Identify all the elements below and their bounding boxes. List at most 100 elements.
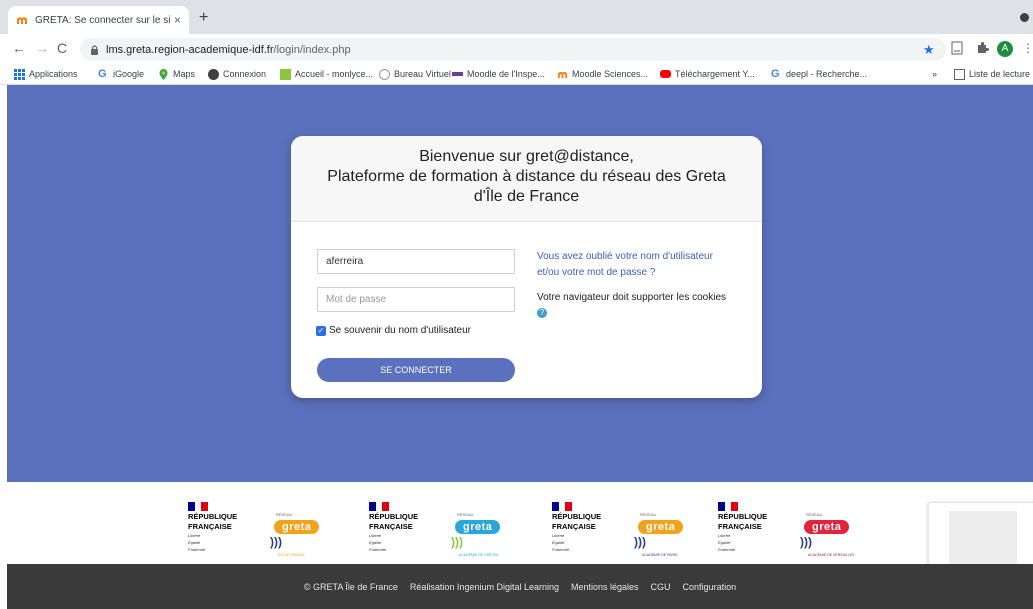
cookies-notice: Votre navigateur doit supporter les cook…: [537, 292, 726, 303]
rf-motto-3: Fraternité: [188, 547, 206, 552]
maps-pin-icon: [159, 68, 168, 80]
login-button[interactable]: SE CONNECTER: [317, 358, 515, 382]
rf-line-1: RÉPUBLIQUE: [188, 512, 238, 521]
tab-title: GRETA: Se connecter sur le site: [35, 14, 170, 26]
password-input[interactable]: Mot de passe: [317, 287, 515, 312]
tab-close-icon[interactable]: ×: [174, 13, 181, 27]
bookmark-label: Maps: [173, 69, 196, 79]
address-bar[interactable]: lms.greta.region-academique-idf.fr/login…: [80, 38, 946, 61]
rf-motto-2: Égalité: [552, 540, 565, 545]
site-footer: © GRETA Île de France Réalisation Ingeni…: [7, 564, 1033, 609]
footer-cgu-link[interactable]: CGU: [651, 582, 671, 592]
forgot-credentials-link[interactable]: Vous avez oublié votre nom d'utilisateur…: [537, 249, 737, 281]
browser-tabstrip: GRETA: Se connecter sur le site × +: [0, 0, 1033, 34]
bookmark-bureau-virtuel[interactable]: Bureau Virtuel: [379, 67, 451, 81]
rf-motto-3: Fraternité: [718, 547, 736, 552]
bookmark-label: Bureau Virtuel: [394, 69, 451, 79]
welcome-line-1: Bienvenue sur gret@distance,: [419, 148, 634, 165]
extensions-puzzle-icon[interactable]: [975, 41, 989, 55]
help-question-icon[interactable]: ?: [537, 308, 547, 318]
bookmark-moodle-inspe[interactable]: Moodle de l'Inspe...: [452, 67, 545, 81]
french-flag-icon: [718, 502, 739, 511]
greta-logo: RÉSEAU greta))) ACADÉMIE DE CRÉTEIL: [451, 512, 511, 557]
greta-logo: RÉSEAU greta))) ÎLE-DE-FRANCE: [270, 512, 330, 557]
greta-reseau: RÉSEAU: [640, 512, 657, 517]
greta-wordmark: greta: [804, 520, 850, 534]
connexion-icon: [208, 68, 219, 80]
rf-motto-2: Égalité: [188, 540, 201, 545]
greta-logo: RÉSEAU greta))) ACADÉMIE DE PARIS: [634, 512, 694, 557]
forgot-line-2: et/ou votre mot de passe ?: [537, 267, 656, 278]
bookmark-deepl[interactable]: G deepl - Recherche...: [771, 67, 867, 81]
bureau-virtuel-icon: [379, 68, 390, 80]
rf-motto-3: Fraternité: [552, 547, 570, 552]
rf-motto-3: Fraternité: [369, 547, 387, 552]
welcome-line-3: d'Île de France: [473, 188, 580, 205]
rf-motto-1: Liberté: [188, 533, 201, 538]
rf-motto-2: Égalité: [369, 540, 382, 545]
remember-username: ✓ Se souvenir du nom d'utilisateur: [316, 325, 471, 336]
french-flag-icon: [552, 502, 573, 511]
bookmark-youtube[interactable]: Téléchargement Y...: [660, 67, 755, 81]
lock-icon: [91, 44, 98, 55]
overflow-chevron-icon: »: [932, 69, 938, 79]
greta-reseau: RÉSEAU: [457, 512, 474, 517]
new-tab-button[interactable]: +: [199, 9, 208, 27]
greta-subtitle: ACADÉMIE DE PARIS: [642, 553, 678, 557]
bookmark-label: iGoogle: [113, 69, 145, 79]
window-menu-icon[interactable]: [1020, 13, 1029, 22]
bookmark-maps[interactable]: Maps: [158, 67, 195, 81]
back-arrow-icon[interactable]: ←: [12, 40, 26, 56]
rf-motto-2: Égalité: [718, 540, 731, 545]
greta-arcs-icon: ))): [451, 535, 463, 549]
bookmark-star-icon[interactable]: ★: [923, 42, 935, 58]
bookmark-label: Moodle de l'Inspe...: [467, 69, 545, 79]
browser-tab-active[interactable]: GRETA: Se connecter sur le site ×: [8, 6, 189, 34]
bookmark-label: Applications: [29, 69, 78, 79]
reading-list-button[interactable]: Liste de lecture: [954, 67, 1030, 81]
republique-francaise-logo: RÉPUBLIQUE FRANÇAISE Liberté Égalité Fra…: [369, 502, 429, 552]
rf-line-1: RÉPUBLIQUE: [369, 512, 419, 521]
greta-arcs-icon: ))): [634, 535, 646, 549]
partner-logos-strip: RÉPUBLIQUE FRANÇAISE Liberté Égalité Fra…: [0, 482, 1033, 564]
url-path: /login/index.php: [273, 43, 351, 56]
bookmark-label: deepl - Recherche...: [786, 69, 868, 79]
footer-copyright: © GRETA Île de France: [303, 581, 398, 592]
french-flag-icon: [188, 502, 209, 511]
moodle-favicon-icon: [17, 17, 27, 24]
rf-motto-1: Liberté: [552, 533, 565, 538]
rf-line-2: FRANÇAISE: [718, 522, 762, 531]
browser-toolbar: ← → C lms.greta.region-academique-idf.fr…: [0, 34, 1033, 64]
greta-subtitle: ACADÉMIE DE CRÉTEIL: [459, 553, 499, 557]
greta-reseau: RÉSEAU: [806, 512, 823, 517]
bookmark-connexion[interactable]: Connexion: [208, 67, 266, 81]
bookmark-applications[interactable]: Applications: [14, 67, 78, 81]
reader-mode-icon[interactable]: [950, 41, 964, 55]
browser-menu-icon[interactable]: ⋮: [1022, 41, 1033, 55]
republique-francaise-logo: RÉPUBLIQUE FRANÇAISE Liberté Égalité Fra…: [718, 502, 778, 552]
footer-mentions-link[interactable]: Mentions légales: [571, 582, 639, 592]
greta-subtitle: ÎLE-DE-FRANCE: [278, 553, 305, 557]
greta-arcs-icon: ))): [800, 535, 812, 549]
bookmark-igoogle[interactable]: G iGoogle: [98, 67, 144, 81]
bookmarks-bar: Applications G iGoogle Maps Connexion Ac…: [0, 64, 1033, 85]
remember-checkbox[interactable]: ✓: [316, 325, 326, 336]
welcome-line-2: Plateforme de formation à distance du ré…: [327, 168, 726, 185]
rf-line-2: FRANÇAISE: [188, 522, 232, 531]
forward-arrow-icon[interactable]: →: [35, 40, 49, 56]
rf-line-2: FRANÇAISE: [369, 522, 413, 531]
rf-line-2: FRANÇAISE: [552, 522, 596, 531]
footer-configuration-link[interactable]: Configuration: [683, 582, 737, 592]
bookmarks-overflow-button[interactable]: »: [932, 67, 937, 81]
rf-motto-1: Liberté: [718, 533, 731, 538]
bookmark-moodle-sciences[interactable]: Moodle Sciences...: [557, 67, 648, 81]
footer-realisation-link[interactable]: Réalisation Ingenium Digital Learning: [410, 582, 559, 592]
bookmark-monlycee[interactable]: Accueil - monlyce...: [280, 67, 373, 81]
url-text: lms.greta.region-academique-idf.fr/login…: [106, 44, 351, 56]
reload-icon[interactable]: C: [57, 40, 67, 56]
logo-group-paris: RÉPUBLIQUE FRANÇAISE Liberté Égalité Fra…: [552, 502, 712, 557]
username-input[interactable]: aferreira: [317, 249, 515, 274]
greta-logo: RÉSEAU greta))) ACADÉMIE DE VERSAILLES: [800, 512, 860, 557]
google-icon: G: [771, 67, 780, 80]
profile-avatar[interactable]: A: [997, 41, 1013, 57]
